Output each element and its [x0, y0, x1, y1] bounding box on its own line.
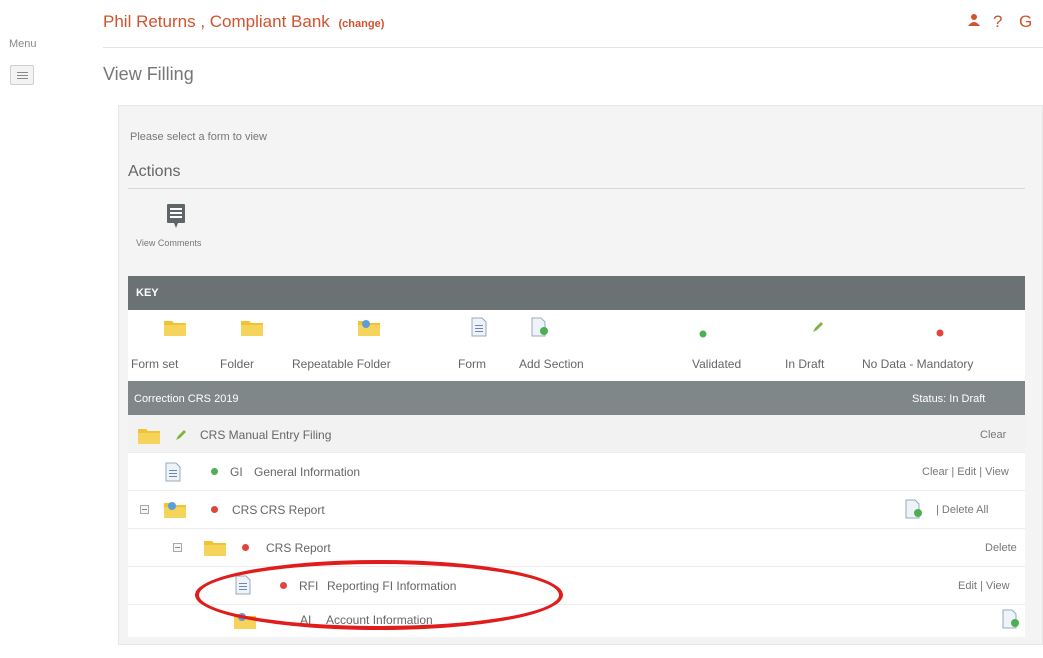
- page-title: View Filling: [103, 64, 194, 84]
- key-validated: Validated: [692, 357, 742, 371]
- key-folder: Folder: [220, 357, 255, 371]
- add-section-icon[interactable]: [905, 499, 923, 524]
- tree-code: CRS: [232, 503, 258, 517]
- filing-name: Correction CRS 2019: [134, 393, 239, 405]
- tree-label[interactable]: CRS Report: [260, 503, 325, 517]
- select-form-instruction: Please select a form to view: [130, 131, 267, 143]
- add-section-icon[interactable]: [1002, 609, 1020, 634]
- key-form-set: Form set: [131, 357, 179, 371]
- form-icon: [471, 317, 487, 342]
- mandatory-icon: [936, 324, 944, 342]
- tree-row: GI General Information Clear | Edit | Vi…: [128, 453, 1025, 491]
- bank-name: Phil Returns , Compliant Bank: [103, 12, 330, 31]
- form-set-icon: [163, 317, 187, 342]
- form-set-icon: [137, 425, 161, 450]
- hamburger-icon-line: [17, 72, 28, 73]
- validated-icon: [699, 325, 707, 343]
- hamburger-icon-line: [17, 78, 28, 79]
- tree-actions[interactable]: Clear: [980, 429, 1006, 441]
- key-no-data-mandatory: No Data - Mandatory: [862, 357, 974, 371]
- folder-icon: [240, 317, 264, 342]
- repeatable-folder-icon: [163, 499, 187, 524]
- tree-row: CRS CRS Report | Delete All: [128, 491, 1025, 529]
- actions-divider: [128, 188, 1025, 189]
- in-draft-icon: [175, 428, 187, 446]
- key-form: Form: [458, 357, 486, 371]
- key-repeatable-folder: Repeatable Folder: [292, 357, 391, 371]
- tree-actions[interactable]: Delete: [985, 542, 1017, 554]
- tree-actions[interactable]: Clear | Edit | View: [922, 466, 1009, 478]
- comments-icon[interactable]: [166, 203, 186, 229]
- change-bank-link[interactable]: (change): [339, 18, 385, 30]
- in-draft-icon: [812, 320, 824, 338]
- collapse-icon[interactable]: [173, 543, 182, 552]
- filing-bar: [128, 381, 1025, 415]
- validated-icon: [211, 468, 218, 475]
- mandatory-icon: [242, 544, 249, 551]
- collapse-icon[interactable]: [140, 505, 149, 514]
- actions-heading: Actions: [128, 163, 181, 180]
- g-icon[interactable]: G: [1019, 12, 1032, 32]
- view-comments-button[interactable]: View Comments: [136, 238, 201, 248]
- form-icon: [165, 462, 181, 487]
- tree-row: CRS Report Delete: [128, 529, 1025, 567]
- folder-icon: [203, 537, 227, 562]
- tree-label[interactable]: CRS Manual Entry Filing: [200, 428, 331, 442]
- header-divider: [103, 47, 1043, 48]
- mandatory-icon: [211, 506, 218, 513]
- tree-row-root: CRS Manual Entry Filing Clear: [128, 415, 1025, 453]
- bank-title: Phil Returns , Compliant Bank (change): [103, 12, 384, 32]
- hamburger-icon-line: [17, 75, 28, 76]
- key-add-section: Add Section: [519, 357, 584, 371]
- menu-label: Menu: [9, 38, 37, 50]
- tree-label[interactable]: CRS Report: [266, 541, 331, 555]
- key-title: KEY: [136, 287, 159, 299]
- key-header: [128, 276, 1025, 310]
- key-in-draft: In Draft: [785, 357, 825, 371]
- repeatable-folder-icon: [357, 317, 381, 342]
- help-icon[interactable]: ?: [993, 12, 1002, 32]
- tree-actions[interactable]: Edit | View: [958, 580, 1010, 592]
- menu-button[interactable]: [10, 65, 34, 85]
- tree-actions[interactable]: | Delete All: [936, 504, 988, 516]
- tree-code: GI: [230, 465, 243, 479]
- user-icon[interactable]: [967, 12, 981, 32]
- tree-label[interactable]: General Information: [254, 465, 360, 479]
- highlight-ellipse: [195, 560, 563, 630]
- add-section-icon: [531, 317, 549, 342]
- filing-status: Status: In Draft: [912, 393, 986, 405]
